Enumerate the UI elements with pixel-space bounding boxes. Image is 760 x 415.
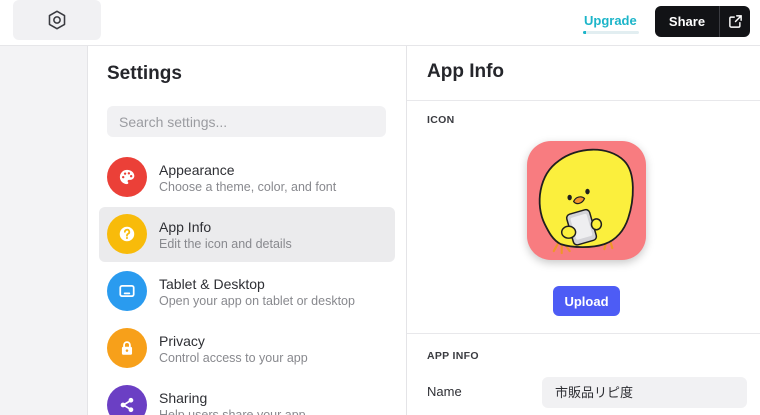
upgrade-progress-bar <box>583 31 639 34</box>
settings-item-label: Privacy <box>159 333 205 349</box>
app-logo-button[interactable] <box>13 0 101 40</box>
settings-item-description: Choose a theme, color, and font <box>159 180 337 194</box>
icon-section-label: ICON <box>427 114 455 126</box>
top-bar: Upgrade Share <box>0 0 760 46</box>
settings-item-appearance[interactable]: Appearance Choose a theme, color, and fo… <box>99 150 395 205</box>
palette-icon <box>107 157 147 197</box>
chick-app-icon[interactable] <box>527 141 646 260</box>
settings-item-description: Open your app on tablet or desktop <box>159 294 355 308</box>
share-label[interactable]: Share <box>655 6 719 37</box>
share-button[interactable]: Share <box>655 6 750 37</box>
lock-icon <box>107 328 147 368</box>
settings-item-label: App Info <box>159 219 212 235</box>
settings-item-tablet-desktop[interactable]: Tablet & Desktop Open your app on tablet… <box>99 264 395 319</box>
external-link-icon <box>728 15 742 28</box>
app-info-section-label: APP INFO <box>427 350 479 362</box>
upload-button[interactable]: Upload <box>553 286 620 316</box>
settings-item-description: Help users share your app <box>159 408 306 415</box>
settings-item-label: Appearance <box>159 162 235 178</box>
settings-item-sharing[interactable]: Sharing Help users share your app <box>99 378 395 415</box>
settings-title: Settings <box>107 63 182 84</box>
chick-wing-right <box>590 218 603 231</box>
chick-wing-left <box>560 225 577 239</box>
settings-item-app-info[interactable]: App Info Edit the icon and details <box>99 207 395 262</box>
question-icon <box>107 214 147 254</box>
external-link-button[interactable] <box>720 6 750 37</box>
chick-eye-right <box>585 188 590 195</box>
share-icon <box>107 385 147 415</box>
page-title: App Info <box>427 61 505 82</box>
chick-illustration <box>538 148 634 255</box>
settings-item-description: Control access to your app <box>159 351 308 365</box>
tablet-icon <box>107 271 147 311</box>
settings-item-privacy[interactable]: Privacy Control access to your app <box>99 321 395 376</box>
search-settings-input[interactable] <box>107 106 386 137</box>
settings-item-label: Sharing <box>159 390 208 406</box>
name-field[interactable]: 市販品リピ度 <box>542 377 747 408</box>
settings-item-description: Edit the icon and details <box>159 237 292 251</box>
upgrade-label[interactable]: Upgrade <box>583 12 639 30</box>
settings-item-label: Tablet & Desktop <box>159 276 265 292</box>
app-info-panel: App Info ICON Upload APP INFO Name 市販品リピ… <box>407 46 760 415</box>
app-info-header: App Info <box>407 46 760 101</box>
hexagon-icon <box>48 10 66 30</box>
upgrade-link[interactable]: Upgrade <box>583 12 639 35</box>
settings-panel: Settings Appearance Choose a theme, colo… <box>88 46 407 415</box>
name-label: Name <box>427 384 462 399</box>
chick-eye-left <box>567 194 572 201</box>
upgrade-progress-fill <box>583 31 587 34</box>
left-nav-strip <box>0 46 88 415</box>
section-divider <box>407 333 760 334</box>
